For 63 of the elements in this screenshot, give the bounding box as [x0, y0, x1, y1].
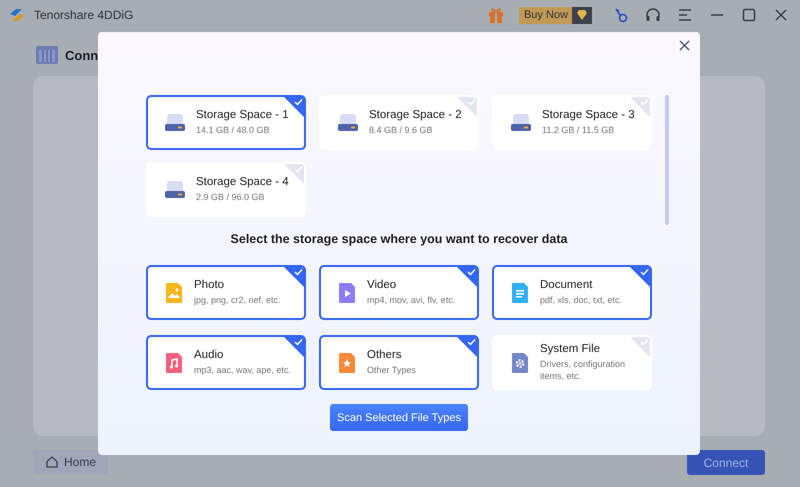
- file-type-name: Audio: [194, 349, 224, 361]
- window-title: Tenorshare 4DDiG: [34, 8, 134, 22]
- drive-icon: [337, 112, 359, 132]
- storage-card[interactable]: Storage Space - 2 8.4 GB / 9.6 GB: [319, 95, 479, 150]
- check-corner-icon: [283, 164, 304, 185]
- file-type-formats: jpg, png, cr2, nef, etc.: [194, 294, 281, 306]
- image-file-icon: [164, 282, 184, 304]
- gear-file-icon: [510, 352, 530, 374]
- file-type-name: Others: [367, 349, 403, 361]
- file-type-card[interactable]: System File Drivers, configuration items, etc.: [492, 335, 652, 390]
- maximize-icon[interactable]: [740, 6, 758, 24]
- diamond-icon: [576, 10, 588, 20]
- video-file-icon: [337, 282, 357, 304]
- file-type-formats: Drivers, configuration items, etc.: [540, 358, 626, 382]
- check-corner-icon: [283, 267, 304, 288]
- check-corner-icon: [629, 337, 650, 358]
- file-type-formats: pdf, xls, doc, txt, etc.: [540, 294, 622, 306]
- drive-icon: [510, 112, 532, 132]
- home-icon: [45, 455, 59, 469]
- home-button[interactable]: Home: [33, 450, 108, 474]
- check-corner-icon: [283, 337, 304, 358]
- file-type-name: System File: [540, 343, 602, 355]
- storage-card[interactable]: Storage Space - 4 2.9 GB / 96.0 GB: [146, 162, 306, 217]
- file-type-card[interactable]: Photo jpg, png, cr2, nef, etc.: [146, 265, 306, 320]
- nas-icon: [35, 45, 59, 65]
- storage-name: Storage Space - 4: [196, 176, 289, 188]
- file-type-formats: mp3, aac, wav, ape, etc.: [194, 364, 291, 376]
- drive-icon: [164, 180, 186, 200]
- file-type-card[interactable]: Video mp4, mov, avi, flv, etc.: [319, 265, 479, 320]
- check-corner-icon: [629, 97, 650, 118]
- prompt-text: Select the storage space where you want to recover data: [230, 232, 568, 246]
- file-type-card[interactable]: Document pdf, xls, doc, txt, etc.: [492, 265, 652, 320]
- headset-icon[interactable]: [644, 6, 662, 24]
- check-corner-icon: [456, 97, 477, 118]
- buy-now-button[interactable]: Buy Now: [518, 6, 592, 24]
- music-file-icon: [164, 352, 184, 374]
- check-corner-icon: [629, 267, 650, 288]
- document-file-icon: [510, 282, 530, 304]
- storage-name: Storage Space - 3: [542, 109, 635, 121]
- file-type-name: Video: [367, 279, 398, 291]
- storage-usage: 2.9 GB / 96.0 GB: [196, 191, 266, 203]
- page-heading: Conn: [65, 48, 98, 62]
- storage-usage: 8.4 GB / 9.6 GB: [369, 124, 434, 136]
- file-type-card[interactable]: Others Other Types: [319, 335, 479, 390]
- star-file-icon: [337, 352, 357, 374]
- logo-icon: [8, 6, 26, 24]
- file-type-card[interactable]: Audio mp3, aac, wav, ape, etc.: [146, 335, 306, 390]
- storage-card[interactable]: Storage Space - 1 14.1 GB / 48.0 GB: [146, 95, 306, 150]
- storage-name: Storage Space - 1: [196, 109, 289, 121]
- storage-card[interactable]: Storage Space - 3 11.2 GB / 11.5 GB: [492, 95, 652, 150]
- check-corner-icon: [456, 337, 477, 358]
- check-corner-icon: [456, 267, 477, 288]
- storage-usage: 14.1 GB / 48.0 GB: [196, 124, 271, 136]
- scrollbar[interactable]: [665, 95, 669, 225]
- storage-usage: 11.2 GB / 11.5 GB: [542, 124, 616, 136]
- file-type-name: Document: [540, 279, 594, 291]
- file-type-name: Photo: [194, 279, 226, 291]
- storage-name: Storage Space - 2: [369, 109, 462, 121]
- drive-icon: [164, 112, 186, 132]
- check-corner-icon: [283, 97, 304, 118]
- file-type-formats: Other Types: [367, 364, 416, 376]
- scan-button[interactable]: Scan Selected File Types: [330, 404, 468, 431]
- file-type-formats: mp4, mov, avi, flv, etc.: [367, 294, 456, 306]
